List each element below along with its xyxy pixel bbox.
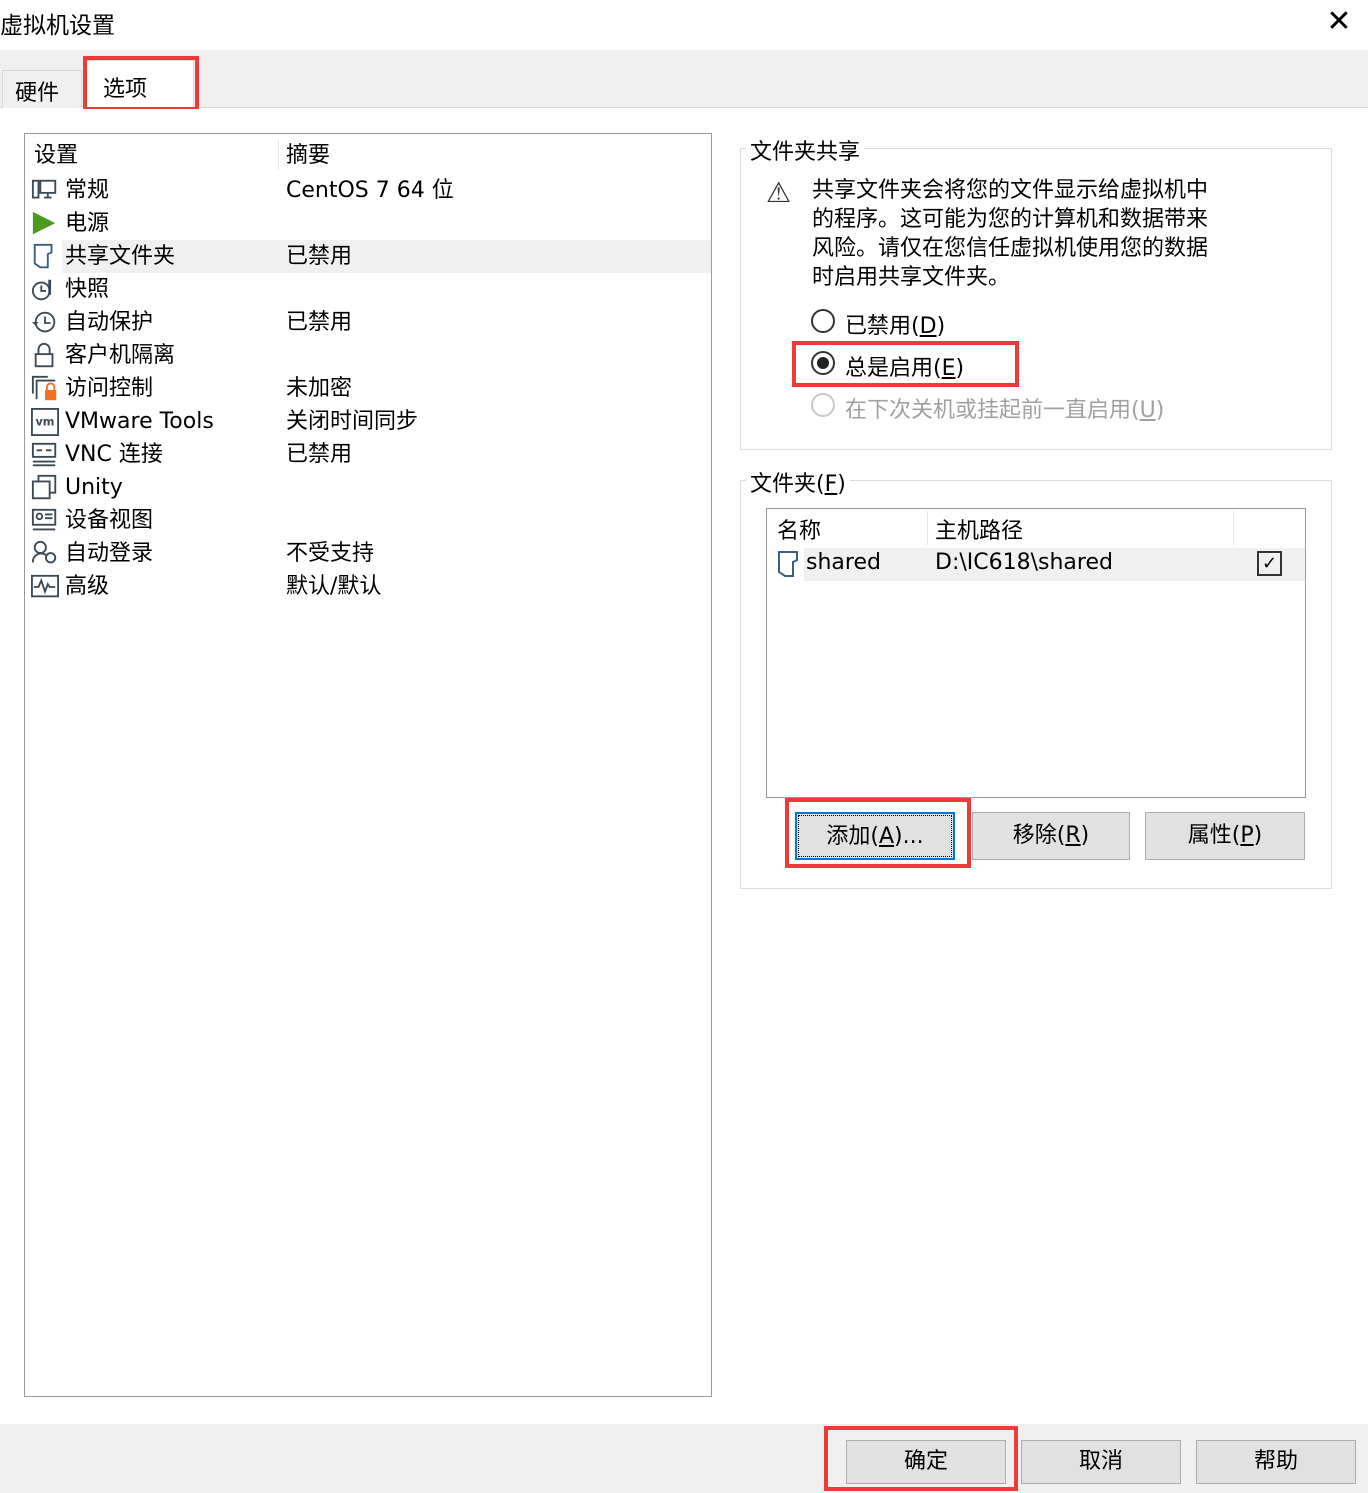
settings-item-name: VNC 连接 xyxy=(65,442,163,467)
warning-line: 风险。请仅在您信任虚拟机使用您的数据 xyxy=(812,236,1209,261)
lock-icon xyxy=(34,343,54,368)
settings-item-name: 电源 xyxy=(65,211,110,236)
tab-options[interactable]: 选项 xyxy=(86,60,194,109)
cancel-button[interactable]: 取消 xyxy=(1021,1440,1181,1484)
settings-item[interactable]: 设备视图 xyxy=(25,504,711,537)
settings-item[interactable]: 自动保护 已禁用 xyxy=(25,306,711,339)
settings-item[interactable]: 访问控制 未加密 xyxy=(25,372,711,405)
access-key: U xyxy=(1139,398,1156,423)
settings-item-name: Unity xyxy=(65,475,123,500)
folder-sharing-title: 文件夹共享 xyxy=(746,134,865,166)
settings-item-name: 自动登录 xyxy=(65,541,154,566)
ok-button[interactable]: 确定 xyxy=(846,1440,1006,1484)
settings-item-name: 设备视图 xyxy=(65,508,154,533)
settings-item-name: VMware Tools xyxy=(65,409,214,434)
add-folder-button[interactable]: 添加(A)... xyxy=(795,812,955,860)
column-divider xyxy=(1233,511,1234,545)
folder-row[interactable]: shared D:\IC618\shared ✓ xyxy=(767,548,1305,581)
settings-item[interactable]: 共享文件夹 已禁用 xyxy=(25,240,711,273)
radio-label: 在下次关机或挂起前一直启用 xyxy=(845,398,1132,423)
settings-item-summary: 已禁用 xyxy=(286,244,353,269)
settings-list[interactable]: 设置 摘要 常规 CentOS 7 64 位电源 共享文件夹 已禁用 快照 自动保护 已禁用… xyxy=(24,133,712,1397)
settings-item-name: 高级 xyxy=(65,574,110,599)
shared-folder-icon xyxy=(778,551,798,577)
settings-item-name: 共享文件夹 xyxy=(65,244,176,269)
settings-item[interactable]: 快照 xyxy=(25,273,711,306)
column-header-path[interactable]: 主机路径 xyxy=(935,513,1023,545)
snapshot-icon xyxy=(31,279,52,301)
tab-strip xyxy=(0,50,1368,108)
settings-item-summary: 已禁用 xyxy=(286,310,353,335)
settings-item-summary: 已禁用 xyxy=(286,442,353,467)
settings-item-name: 常规 xyxy=(65,178,110,203)
column-divider xyxy=(927,511,928,545)
settings-item-name: 客户机隔离 xyxy=(65,343,176,368)
folder-enabled-checkbox[interactable]: ✓ xyxy=(1257,551,1282,576)
close-button[interactable]: ✕ xyxy=(1322,4,1356,40)
column-header-summary[interactable]: 摘要 xyxy=(286,138,330,174)
warning-line: 的程序。这可能为您的计算机和数据带来 xyxy=(812,207,1209,232)
folders-list[interactable]: 名称 主机路径 shared D:\IC618\shared ✓ xyxy=(766,508,1306,798)
folders-title: 文件夹(F) xyxy=(746,466,850,498)
settings-item-summary: 不受支持 xyxy=(286,541,375,566)
svg-text:vm: vm xyxy=(36,416,55,429)
monitor-icon xyxy=(31,179,57,199)
settings-item-name: 访问控制 xyxy=(65,376,154,401)
settings-item-summary: 关闭时间同步 xyxy=(286,409,419,434)
remove-folder-button[interactable]: 移除(R) xyxy=(972,812,1130,860)
settings-item[interactable]: vm VMware Tools 关闭时间同步 xyxy=(25,405,711,438)
vnc-icon xyxy=(31,442,57,467)
settings-item[interactable]: 自动登录 不受支持 xyxy=(25,537,711,570)
folder-name: shared xyxy=(806,550,881,575)
settings-item[interactable]: 电源 xyxy=(25,207,711,240)
settings-item-name: 快照 xyxy=(65,277,110,302)
settings-item-summary: CentOS 7 64 位 xyxy=(286,178,454,203)
column-divider xyxy=(278,140,279,170)
settings-item-summary: 未加密 xyxy=(286,376,353,401)
clock-history-icon xyxy=(31,311,56,333)
warning-line: 时启用共享文件夹。 xyxy=(812,265,1011,290)
title-bar xyxy=(0,0,1368,50)
shared-folder-icon xyxy=(33,243,53,269)
radio-label: 已禁用 xyxy=(845,314,912,339)
access-key: E xyxy=(941,356,956,381)
radio-label: 总是启用 xyxy=(845,356,934,381)
warning-text: 共享文件夹会将您的文件显示给虚拟机中 的程序。这可能为您的计算机和数据带来 风险… xyxy=(812,176,1208,292)
play-icon xyxy=(32,211,56,235)
vm-icon: vm xyxy=(31,408,59,436)
settings-item[interactable]: 客户机隔离 xyxy=(25,339,711,372)
settings-item[interactable]: 常规 CentOS 7 64 位 xyxy=(25,174,711,207)
column-header-setting[interactable]: 设置 xyxy=(34,138,78,174)
tab-hardware[interactable]: 硬件 xyxy=(2,70,82,108)
help-button[interactable]: 帮助 xyxy=(1196,1440,1356,1484)
window-title: 虚拟机设置 xyxy=(0,13,115,39)
settings-item[interactable]: 高级 默认/默认 xyxy=(25,570,711,603)
autologin-icon xyxy=(31,540,57,564)
settings-item[interactable]: Unity xyxy=(25,471,711,504)
warning-line: 共享文件夹会将您的文件显示给虚拟机中 xyxy=(812,178,1209,203)
settings-item[interactable]: VNC 连接 已禁用 xyxy=(25,438,711,471)
settings-item-name: 自动保护 xyxy=(65,310,154,335)
unity-icon xyxy=(31,474,57,500)
warning-icon: ⚠ xyxy=(766,176,792,209)
folder-path: D:\IC618\shared xyxy=(935,550,1113,575)
settings-item-summary: 默认/默认 xyxy=(286,574,382,599)
column-header-name[interactable]: 名称 xyxy=(777,513,821,545)
device-view-icon xyxy=(31,508,57,531)
access-control-icon xyxy=(31,375,57,401)
access-key: D xyxy=(919,314,937,339)
advanced-icon xyxy=(31,574,59,598)
properties-button[interactable]: 属性(P) xyxy=(1145,812,1305,860)
